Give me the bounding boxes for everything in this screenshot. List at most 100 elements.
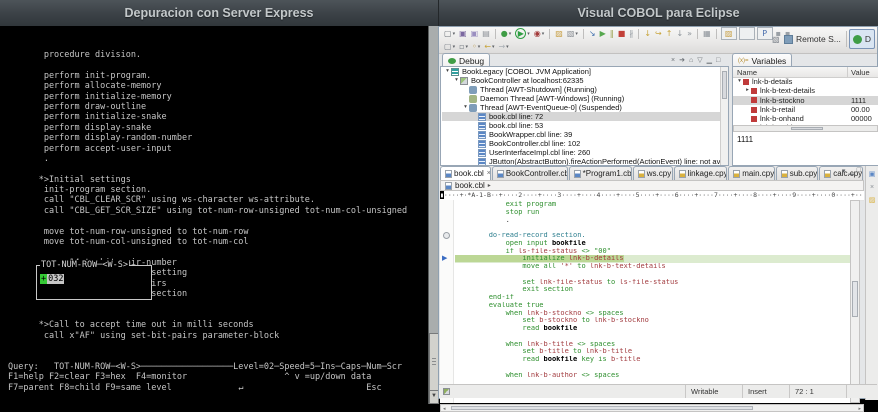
step-return-icon[interactable]: ↑ bbox=[665, 28, 674, 39]
collapse-all-icon[interactable]: ⌂ bbox=[689, 57, 693, 64]
run-dropdown[interactable]: ▶▾ bbox=[514, 28, 531, 39]
editor-code-area[interactable]: ▶ exit program stop run . do-read-record… bbox=[440, 200, 850, 403]
debug-tree-scrollbar-thumb[interactable] bbox=[722, 71, 727, 99]
toggle-annotations-icon[interactable]: ▨ bbox=[721, 27, 737, 40]
debug-tree-item[interactable]: BookWrapper.cbl line: 39 bbox=[442, 130, 720, 139]
code-line[interactable]: when lnk-b-title <> spaces bbox=[455, 341, 850, 349]
new-cobol-dropdown[interactable]: ▢▾ bbox=[443, 41, 456, 52]
drop-to-frame-icon[interactable]: ↓ bbox=[675, 28, 684, 39]
dropdown-caret-icon[interactable]: ▾ bbox=[492, 44, 495, 50]
close-icon[interactable]: × bbox=[487, 170, 491, 177]
step-mode-icon[interactable]: ➜ bbox=[679, 56, 685, 64]
code-line[interactable]: set b-stockno to lnk-b-stockno bbox=[455, 317, 850, 325]
code-line[interactable]: set b-title to lnk-b-title bbox=[455, 348, 850, 356]
tab-debug[interactable]: Debug bbox=[442, 53, 490, 67]
expander-icon[interactable]: ▾ bbox=[444, 67, 451, 76]
debug-tree-item[interactable]: ▾Thread [AWT-EventQueue-0] (Suspended) bbox=[442, 103, 720, 112]
code-line[interactable]: do-read-record section. bbox=[455, 232, 850, 240]
code-line[interactable] bbox=[455, 364, 850, 372]
column-name[interactable]: Name bbox=[737, 68, 757, 77]
back-dropdown[interactable]: ←▾ bbox=[483, 41, 495, 52]
step-over-icon[interactable]: ↪ bbox=[654, 28, 663, 39]
editor-gutter[interactable]: ▶ bbox=[440, 200, 454, 403]
editor-overflow-chevron[interactable]: ▾ bbox=[842, 167, 846, 175]
suspend-icon[interactable]: ‖ bbox=[609, 28, 615, 39]
code-line[interactable]: evaluate true bbox=[455, 302, 850, 310]
column-divider[interactable] bbox=[847, 67, 848, 77]
editor-tab-linkage-cpy[interactable]: linkage.cpy bbox=[674, 166, 728, 180]
code-line[interactable]: initialize lnk-b-details bbox=[455, 255, 850, 263]
debug-tree-item[interactable]: ▾BookController at localhost:62335 bbox=[442, 76, 720, 85]
code-line[interactable]: . bbox=[455, 217, 850, 225]
profile-dropdown[interactable]: ◉▾ bbox=[533, 28, 546, 39]
view-menu-icon[interactable]: ▽ bbox=[697, 56, 702, 64]
section-marker-icon[interactable] bbox=[443, 232, 450, 239]
open-perspective-icon[interactable]: ▧ bbox=[772, 35, 781, 44]
code-line[interactable]: stop run bbox=[455, 209, 850, 217]
code-line[interactable]: read bookfile bbox=[455, 325, 850, 333]
debug-tree-item[interactable]: book.cbl line: 72 bbox=[442, 112, 720, 121]
open-resource-icon[interactable]: ▨ bbox=[554, 28, 564, 39]
toggle-blank-icon[interactable] bbox=[739, 27, 755, 40]
dropdown-caret-icon[interactable]: ▾ bbox=[478, 44, 481, 50]
variable-row[interactable]: lnk-b-onhand00000 bbox=[733, 114, 878, 123]
dropdown-caret-icon[interactable]: ▾ bbox=[527, 31, 530, 37]
code-line[interactable] bbox=[455, 224, 850, 232]
step-filters-icon[interactable]: » bbox=[686, 28, 693, 39]
editor-tab-book-cbl[interactable]: book.cbl× bbox=[440, 166, 491, 180]
new-wizard-dropdown[interactable]: ▢▾ bbox=[443, 28, 456, 39]
debug-tree-item[interactable]: JButton(AbstractButton).fireActionPerfor… bbox=[442, 157, 720, 165]
code-line[interactable]: when lnk-b-stockno <> spaces bbox=[455, 310, 850, 318]
variable-row[interactable]: ▾lnk-b-details bbox=[733, 77, 878, 86]
dropdown-caret-icon[interactable]: ▾ bbox=[453, 44, 456, 50]
editor-tab-bookcontroller-cbl[interactable]: BookController.cbl bbox=[492, 166, 568, 180]
debug-tree-item[interactable]: ▾BookLegacy [COBOL JVM Application] bbox=[442, 67, 720, 76]
code-line[interactable]: when lnk-b-author <> spaces bbox=[455, 372, 850, 380]
tab-variables[interactable]: (x)= Variables bbox=[732, 53, 792, 67]
editor-vscrollbar-thumb[interactable] bbox=[852, 281, 858, 317]
breadcrumb-caret-icon[interactable]: ▸ bbox=[488, 182, 491, 189]
expander-icon[interactable]: ▾ bbox=[453, 76, 460, 85]
code-line[interactable] bbox=[455, 333, 850, 341]
code-line[interactable]: if ls-file-status <> "00" bbox=[455, 248, 850, 256]
toggle-perspective-icon[interactable]: P bbox=[757, 27, 773, 40]
restore-view-icon[interactable]: ▣ bbox=[868, 171, 876, 179]
disconnect-icon[interactable]: ∦ bbox=[628, 28, 634, 39]
print-icon[interactable]: ▤ bbox=[481, 28, 491, 39]
debug-tree-item[interactable]: BookController.cbl line: 102 bbox=[442, 139, 720, 148]
bookmark-dropdown[interactable]: ◦▾ bbox=[471, 41, 481, 52]
dropdown-caret-icon[interactable]: ▾ bbox=[542, 31, 545, 37]
expander-icon[interactable]: ▾ bbox=[462, 103, 469, 112]
variables-hscrollbar[interactable] bbox=[733, 125, 878, 132]
editor-hscrollbar[interactable]: ◂ ▸ bbox=[440, 404, 864, 412]
debug-tree-item[interactable]: Daemon Thread [AWT-Windows] (Running) bbox=[442, 94, 720, 103]
perspective-remote-system[interactable]: Remote S... bbox=[781, 30, 844, 48]
variable-row[interactable]: lnk-b-stockno1111 bbox=[733, 96, 878, 105]
variables-detail-pane[interactable]: 1111 bbox=[733, 132, 878, 165]
debug-tree-item[interactable]: book.cbl line: 53 bbox=[442, 121, 720, 130]
variables-hscrollbar-thumb[interactable] bbox=[791, 127, 823, 130]
dropdown-caret-icon[interactable]: ▾ bbox=[509, 31, 512, 37]
resume-icon[interactable]: ▶ bbox=[599, 28, 607, 39]
view-grid-icon[interactable]: ▦ bbox=[702, 28, 712, 39]
expander-icon[interactable]: ▸ bbox=[744, 86, 751, 95]
editor-tab--program1-cbl[interactable]: *Program1.cbl bbox=[569, 166, 632, 180]
hscroll-left-arrow[interactable]: ◂ bbox=[443, 406, 446, 412]
dropdown-caret-icon[interactable]: ▾ bbox=[506, 44, 509, 50]
debug-tree-item[interactable]: UserInterfaceImpl.cbl line: 260 bbox=[442, 148, 720, 157]
debug-tree-scrollbar[interactable] bbox=[720, 67, 728, 165]
save-icon[interactable]: ▣ bbox=[458, 28, 468, 39]
code-line[interactable]: open input bookfile bbox=[455, 240, 850, 248]
editor-vscrollbar[interactable] bbox=[850, 200, 860, 403]
dropdown-caret-icon[interactable]: ▾ bbox=[466, 44, 469, 50]
code-line[interactable]: move all '*' to lnk-b-text-details bbox=[455, 263, 850, 271]
debug-dropdown[interactable]: ●▾ bbox=[500, 28, 513, 39]
editor-tab-main-cpy[interactable]: main.cpy bbox=[728, 166, 775, 180]
editor-minimize-icon[interactable]: ▁ bbox=[848, 167, 853, 175]
code-line[interactable]: set lnk-file-status to ls-file-status bbox=[455, 279, 850, 287]
maximize-icon[interactable]: □ bbox=[716, 57, 720, 64]
editor-hscrollbar-thumb[interactable] bbox=[451, 406, 753, 410]
variable-row[interactable]: lnk-b-retail00.00 bbox=[733, 105, 878, 114]
debug-tree-item[interactable]: Thread [AWT-Shutdown] (Running) bbox=[442, 85, 720, 94]
code-line[interactable]: read bookfile key is b-title bbox=[455, 356, 850, 364]
